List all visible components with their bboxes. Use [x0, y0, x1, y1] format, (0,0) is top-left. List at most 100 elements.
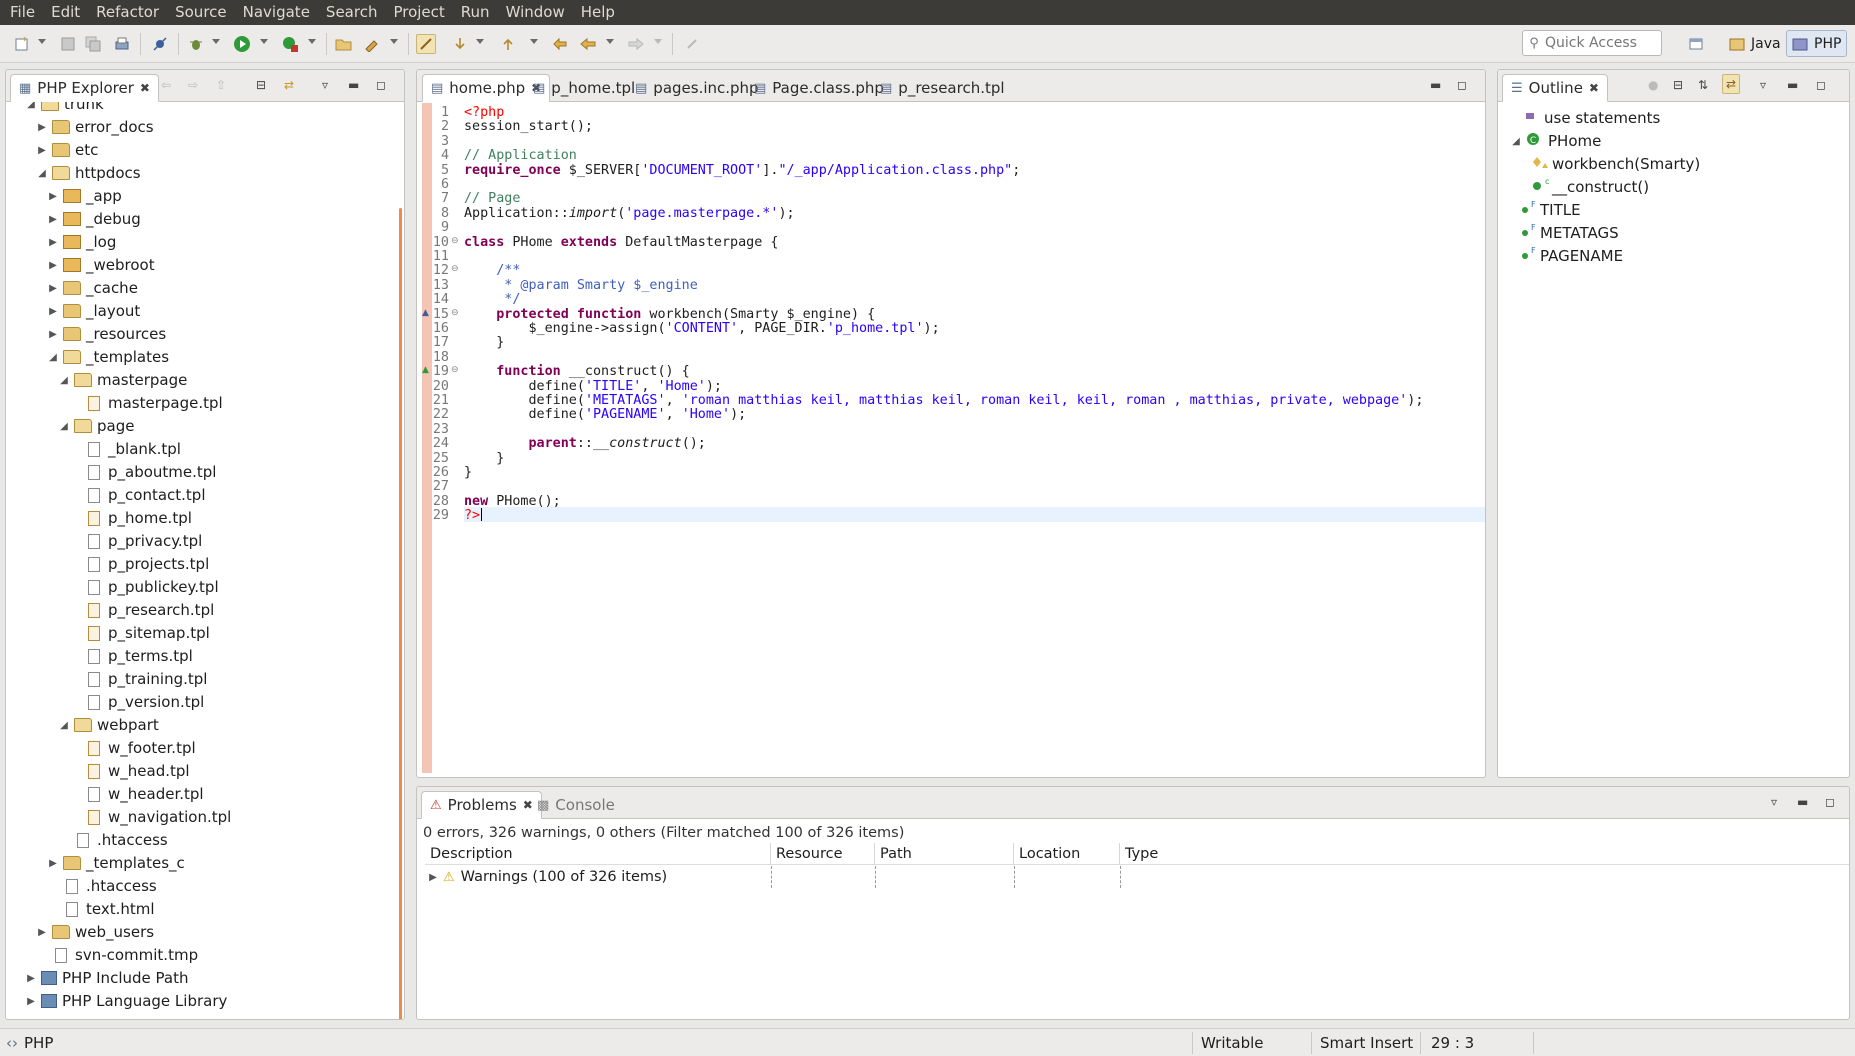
expand-triangle-icon[interactable]: ▶ — [47, 260, 59, 271]
save-all-icon[interactable] — [83, 34, 103, 54]
tree-item[interactable]: text.html — [47, 898, 155, 920]
tree-item[interactable]: ▶ _debug — [47, 208, 141, 230]
fold-toggle-icon[interactable]: ⊖ — [451, 365, 459, 375]
column-header-path[interactable]: Path — [875, 843, 1014, 865]
save-icon[interactable] — [58, 34, 78, 54]
quick-access-field[interactable]: ⚲ — [1522, 30, 1662, 56]
collapse-all-icon[interactable]: ⊟ — [1673, 78, 1683, 92]
column-header-resource[interactable]: Resource — [771, 843, 875, 865]
skip-breakpoints-icon[interactable] — [150, 34, 170, 54]
mark-occurrences-icon[interactable] — [416, 34, 436, 54]
menu-file[interactable]: File — [2, 0, 43, 25]
tree-item[interactable]: ▶ _resources — [47, 323, 166, 345]
column-header-type[interactable]: Type — [1120, 843, 1849, 865]
outline-item[interactable]: F METATAGS — [1520, 222, 1619, 244]
tree-item[interactable]: p_privacy.tpl — [69, 530, 202, 552]
tree-item[interactable]: .htaccess — [58, 829, 168, 851]
tree-item[interactable]: ◢ masterpage — [58, 369, 187, 391]
expand-triangle-icon[interactable]: ▶ — [47, 329, 59, 340]
collapse-triangle-icon[interactable]: ◢ — [47, 352, 59, 363]
new-icon[interactable] — [12, 34, 32, 54]
next-annotation-icon[interactable] — [450, 34, 470, 54]
maximize-icon[interactable]: ◻ — [376, 78, 386, 92]
print-icon[interactable] — [112, 34, 132, 54]
tree-item[interactable]: masterpage.tpl — [69, 392, 223, 414]
collapse-triangle-icon[interactable]: ◢ — [1510, 136, 1522, 147]
last-edit-icon[interactable] — [550, 34, 570, 54]
tree-item[interactable]: p_home.tpl — [69, 507, 192, 529]
maximize-icon[interactable]: ◻ — [1825, 795, 1835, 809]
tree-item[interactable]: w_header.tpl — [69, 783, 204, 805]
open-type-icon[interactable] — [362, 34, 382, 54]
forward-icon[interactable]: ⇨ — [188, 78, 198, 92]
collapse-triangle-icon[interactable]: ◢ — [58, 720, 70, 731]
forward-icon[interactable] — [626, 34, 646, 54]
minimize-icon[interactable]: ▬ — [348, 78, 359, 92]
outline-item[interactable]: ◢ C PHome — [1510, 130, 1601, 152]
minimize-icon[interactable]: ▬ — [1797, 795, 1808, 809]
tree-item[interactable]: p_research.tpl — [69, 599, 214, 621]
debug-icon[interactable] — [186, 34, 206, 54]
external-tools-dropdown-icon[interactable] — [308, 39, 316, 44]
open-folder-icon[interactable] — [334, 34, 354, 54]
collapse-triangle-icon[interactable]: ◢ — [36, 168, 48, 179]
link-with-editor-icon[interactable]: ⇄ — [284, 78, 294, 92]
expand-triangle-icon[interactable]: ▶ — [47, 283, 59, 294]
menu-run[interactable]: Run — [453, 0, 498, 25]
hide-fields-icon[interactable]: ● — [1648, 78, 1658, 92]
expand-triangle-icon[interactable]: ▶ — [36, 145, 48, 156]
tree-item[interactable]: ◢ httpdocs — [36, 162, 140, 184]
implements-marker-icon[interactable]: ▲ — [422, 365, 429, 375]
menu-project[interactable]: Project — [385, 0, 452, 25]
forward-dropdown-icon[interactable] — [654, 39, 662, 44]
override-marker-icon[interactable]: ▲ — [422, 308, 429, 318]
expand-triangle-icon[interactable]: ▶ — [47, 858, 59, 869]
tab-problems[interactable]: ⚠ Problems ✖ — [421, 791, 542, 819]
outline-item[interactable]: F PAGENAME — [1520, 245, 1623, 267]
new-dropdown-icon[interactable] — [38, 39, 46, 44]
tree-item[interactable]: ▶ _cache — [47, 277, 138, 299]
outline-item[interactable]: use statements — [1524, 107, 1660, 129]
view-menu-icon[interactable]: ▿ — [322, 78, 328, 92]
menu-navigate[interactable]: Navigate — [235, 0, 318, 25]
collapse-triangle-icon[interactable]: ◢ — [25, 102, 37, 110]
tree-item[interactable]: p_training.tpl — [69, 668, 207, 690]
tree-item[interactable]: ▶ _templates_c — [47, 852, 185, 874]
column-header-description[interactable]: Description — [425, 843, 771, 865]
previous-annotation-icon[interactable] — [498, 34, 518, 54]
tree-item[interactable]: p_projects.tpl — [69, 553, 209, 575]
menu-help[interactable]: Help — [573, 0, 623, 25]
previous-annotation-dropdown-icon[interactable] — [530, 39, 538, 44]
tree-item[interactable]: p_terms.tpl — [69, 645, 193, 667]
external-tools-icon[interactable] — [280, 34, 300, 54]
menu-window[interactable]: Window — [498, 0, 573, 25]
tree-item[interactable]: ▶ web_users — [36, 921, 154, 943]
collapse-triangle-icon[interactable]: ◢ — [58, 421, 70, 432]
back-dropdown-icon[interactable] — [606, 39, 614, 44]
warnings-row[interactable]: ▶ ⚠ Warnings (100 of 326 items) — [425, 866, 667, 888]
fold-toggle-icon[interactable]: ⊖ — [451, 308, 459, 318]
tab-console[interactable]: ▩ Console — [529, 791, 623, 819]
tree-item[interactable]: ▶ PHP Language Library — [25, 990, 227, 1012]
view-menu-icon[interactable]: ▿ — [1760, 78, 1766, 92]
pin-editor-icon[interactable] — [682, 34, 702, 54]
maximize-icon[interactable]: ◻ — [1816, 78, 1826, 92]
minimize-icon[interactable]: ▬ — [1787, 78, 1798, 92]
tree-item[interactable]: ▶ PHP Include Path — [25, 967, 188, 989]
expand-triangle-icon[interactable]: ▶ — [25, 996, 37, 1007]
code-editor[interactable]: 1 <?php 2 session_start(); 3 4// Application 5… — [417, 70, 1485, 777]
tree-item[interactable]: ▶ _app — [47, 185, 122, 207]
expand-triangle-icon[interactable]: ▶ — [36, 927, 48, 938]
tree-item[interactable]: ▶ error_docs — [36, 116, 153, 138]
close-icon[interactable]: ✖ — [140, 81, 150, 95]
next-annotation-dropdown-icon[interactable] — [476, 39, 484, 44]
open-type-dropdown-icon[interactable] — [390, 39, 398, 44]
view-menu-icon[interactable]: ▿ — [1771, 795, 1777, 809]
open-perspective-icon[interactable] — [1686, 34, 1706, 54]
menu-source[interactable]: Source — [167, 0, 235, 25]
tree-item[interactable]: p_sitemap.tpl — [69, 622, 210, 644]
link-with-editor-icon[interactable]: ⇄ — [1722, 74, 1741, 94]
menu-edit[interactable]: Edit — [43, 0, 88, 25]
expand-triangle-icon[interactable]: ▶ — [425, 872, 441, 883]
tree-item[interactable]: ◢ page — [58, 415, 134, 437]
